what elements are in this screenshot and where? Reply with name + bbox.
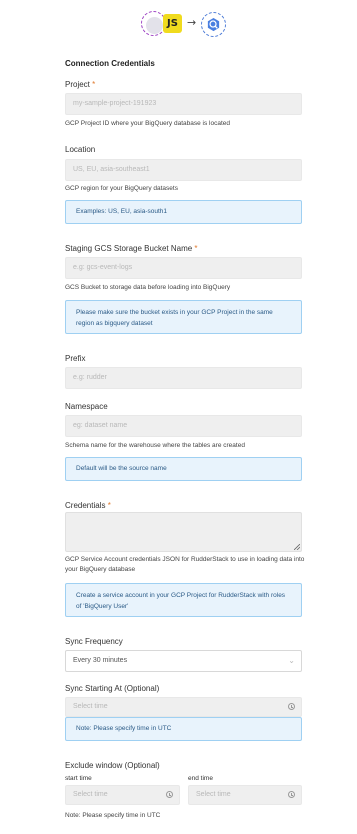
chevron-down-icon: ⌄ xyxy=(288,656,295,665)
credentials-note: Create a service account in your GCP Pro… xyxy=(65,583,302,617)
namespace-note: Default will be the source name xyxy=(65,457,302,481)
location-input[interactable]: US, EU, asia-southeast1 xyxy=(65,159,302,181)
resize-handle-icon[interactable] xyxy=(294,544,300,550)
location-label: Location xyxy=(65,145,96,154)
section-title: Connection Credentials xyxy=(65,59,155,68)
namespace-input[interactable]: eg: dataset name xyxy=(65,415,302,437)
project-input[interactable]: my-sample-project-191923 xyxy=(65,93,302,115)
project-label: Project * xyxy=(65,80,96,89)
bucket-label: Staging GCS Storage Bucket Name * xyxy=(65,244,198,253)
project-help: GCP Project ID where your BigQuery datab… xyxy=(65,120,230,127)
credentials-help: GCP Service Account credentials JSON for… xyxy=(65,556,305,573)
namespace-help: Schema name for the warehouse where the … xyxy=(65,442,245,449)
bigquery-icon xyxy=(201,12,226,37)
exclude-end-time-picker[interactable]: Select time xyxy=(188,785,302,805)
location-help: GCP region for your BigQuery datasets xyxy=(65,185,178,192)
clock-icon xyxy=(288,703,295,710)
credentials-textarea[interactable] xyxy=(65,512,302,552)
clock-icon xyxy=(166,791,173,798)
bucket-help: GCS Bucket to storage data before loadin… xyxy=(65,284,231,291)
credentials-label: Credentials * xyxy=(65,501,111,510)
sync-frequency-select[interactable]: Every 30 minutes ⌄ xyxy=(65,650,302,672)
source-logo: JS xyxy=(141,10,183,38)
exclude-start-time-picker[interactable]: Select time xyxy=(65,785,180,805)
prefix-label: Prefix xyxy=(65,354,86,363)
bucket-note: Please make sure the bucket exists in yo… xyxy=(65,300,302,334)
prefix-input[interactable]: e.g: rudder xyxy=(65,367,302,389)
javascript-icon: JS xyxy=(163,14,182,33)
exclude-window-label: Exclude window (Optional) xyxy=(65,761,160,770)
bucket-input[interactable]: e.g: gcs-event-logs xyxy=(65,257,302,279)
arrow-right-icon: → xyxy=(187,16,197,29)
clock-icon xyxy=(288,791,295,798)
sync-start-label: Sync Starting At (Optional) xyxy=(65,684,160,693)
integration-logos: JS → xyxy=(0,10,357,40)
location-note: Examples: US, EU, asia-south1 xyxy=(65,200,302,224)
start-time-label: start time xyxy=(65,775,92,782)
sync-frequency-label: Sync Frequency xyxy=(65,637,123,646)
sync-start-time-picker[interactable]: Select time xyxy=(65,697,302,717)
end-time-label: end time xyxy=(188,775,213,782)
sync-start-note: Note: Please specify time in UTC xyxy=(65,717,302,741)
namespace-label: Namespace xyxy=(65,402,108,411)
exclude-window-note: Note: Please specify time in UTC xyxy=(65,812,161,819)
